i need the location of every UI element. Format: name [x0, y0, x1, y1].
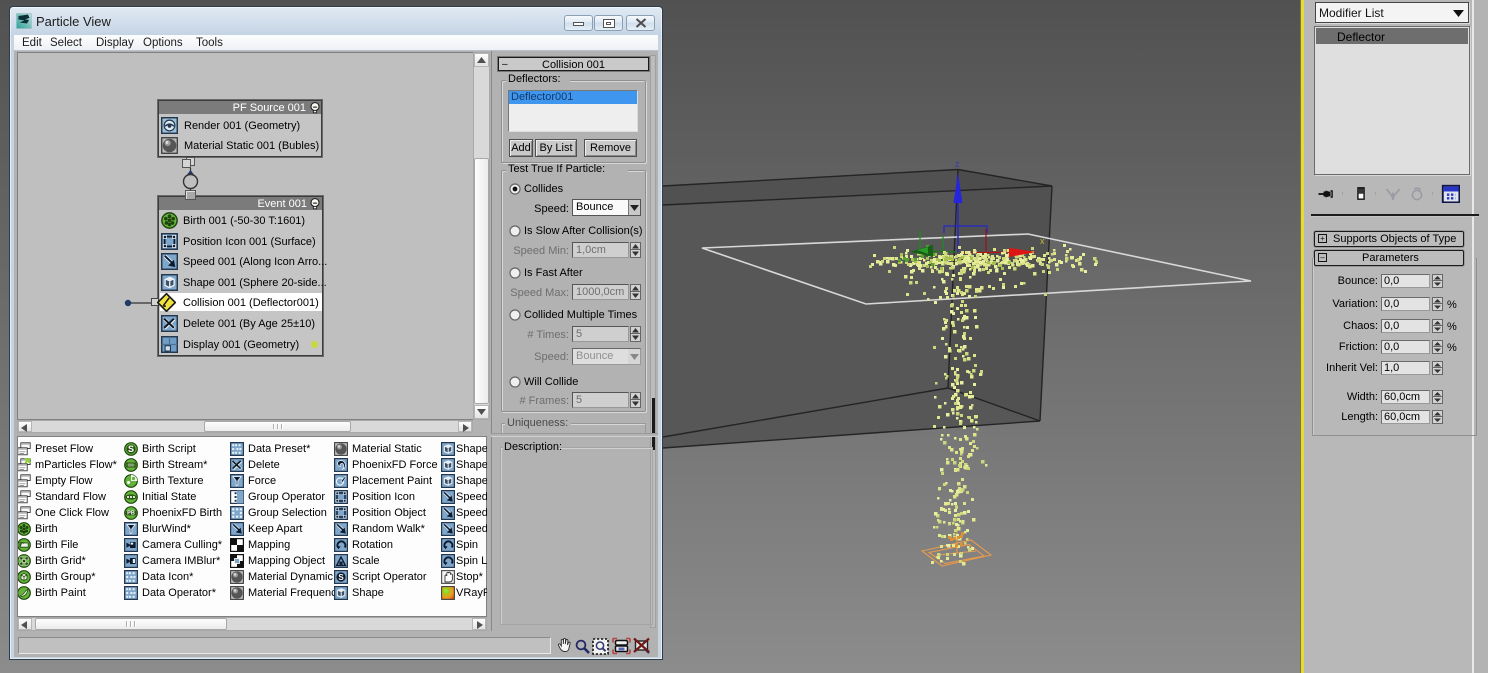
svg-text:x: x: [1040, 236, 1045, 246]
svg-text:z: z: [955, 159, 960, 169]
